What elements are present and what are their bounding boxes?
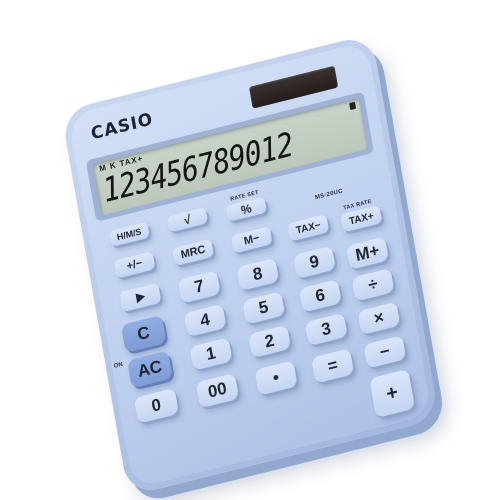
lock-icon [349, 101, 357, 111]
calculator: CASIO M K TAX+ 123456789012 H/M/S √ RATE… [60, 33, 440, 497]
product-photo: CASIO M K TAX+ 123456789012 H/M/S √ RATE… [0, 0, 500, 500]
